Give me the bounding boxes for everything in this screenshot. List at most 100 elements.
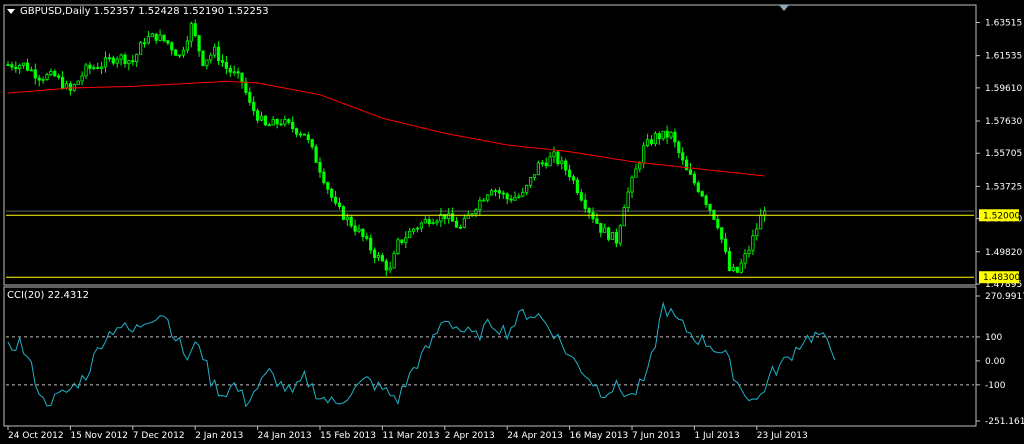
candle-body xyxy=(665,130,669,138)
candle-body xyxy=(540,162,544,165)
candle-body xyxy=(298,133,303,136)
candle-body xyxy=(568,169,572,178)
cci-tick-label: 100 xyxy=(985,333,1002,343)
candle-body xyxy=(681,152,685,161)
candle-body xyxy=(142,42,147,45)
candle-body xyxy=(185,40,189,51)
candle-body xyxy=(497,190,502,194)
candle-body xyxy=(302,133,307,136)
time-tick-label: 2 Apr 2013 xyxy=(445,431,495,441)
candle-body xyxy=(255,110,260,121)
candle-body xyxy=(6,64,10,66)
candle-body xyxy=(595,218,599,224)
candle-body xyxy=(525,184,529,193)
price-tick-label: 1.61535 xyxy=(985,52,1022,62)
candle-body xyxy=(146,36,150,44)
candle-body xyxy=(408,230,412,239)
price-tick-label: 1.53725 xyxy=(985,182,1022,192)
candle-body xyxy=(419,222,424,229)
candle-body xyxy=(369,237,373,251)
candle-body xyxy=(599,223,603,233)
candle-body xyxy=(529,177,533,186)
candle-body xyxy=(318,161,322,173)
level-price-label: 1.52000 xyxy=(983,211,1020,221)
candle-body xyxy=(279,123,283,126)
candle-body xyxy=(64,83,69,89)
candle-body xyxy=(692,173,697,184)
candle-body xyxy=(45,74,49,80)
candle-body xyxy=(314,146,318,163)
candle-body xyxy=(322,171,326,184)
candle-body xyxy=(755,228,759,237)
candle-body xyxy=(294,128,299,135)
candle-body xyxy=(517,195,521,198)
candle-body xyxy=(739,262,743,273)
cci-tick-label: 270.9917 xyxy=(985,292,1024,302)
candle-body xyxy=(275,119,279,125)
candle-body xyxy=(735,266,739,273)
candle-body xyxy=(603,227,607,233)
candle-body xyxy=(688,169,693,175)
candle-body xyxy=(649,139,654,145)
candle-body xyxy=(509,198,513,201)
candle-body xyxy=(396,239,400,254)
cci-line xyxy=(7,301,836,408)
candle-body xyxy=(21,62,26,66)
candle-body xyxy=(380,255,385,262)
candle-body xyxy=(115,58,119,64)
candle-body xyxy=(400,239,404,243)
candle-body xyxy=(271,119,275,126)
candle-body xyxy=(306,134,310,141)
cci-tick-label: 0.00 xyxy=(985,357,1005,367)
candle-body xyxy=(575,179,580,193)
candle-body xyxy=(763,210,767,216)
candle-body xyxy=(673,131,677,143)
chart-shift-marker-icon[interactable] xyxy=(779,5,789,11)
candle-body xyxy=(724,238,728,252)
candle-body xyxy=(263,115,268,126)
candle-body xyxy=(384,260,388,271)
candle-body xyxy=(283,119,287,125)
candle-body xyxy=(552,151,556,158)
candle-body xyxy=(259,115,264,121)
candle-body xyxy=(411,228,416,232)
candle-body xyxy=(454,220,459,228)
candles-layer xyxy=(6,19,767,277)
candle-body xyxy=(564,160,568,171)
candle-body xyxy=(37,77,41,81)
cci-tick-label: -251.1611 xyxy=(985,417,1024,427)
candle-body xyxy=(587,208,591,213)
candle-body xyxy=(123,54,127,65)
candle-body xyxy=(244,81,248,93)
time-tick-label: 7 Dec 2012 xyxy=(133,431,185,441)
candle-body xyxy=(341,206,346,220)
candle-body xyxy=(544,162,548,167)
price-tick-label: 1.63515 xyxy=(985,18,1022,28)
candle-body xyxy=(127,60,131,65)
candle-body xyxy=(248,92,252,103)
candle-body xyxy=(622,207,626,227)
candle-body xyxy=(76,80,80,85)
chart-menu-arrow-icon[interactable] xyxy=(7,9,15,14)
time-tick-label: 24 Jan 2013 xyxy=(258,431,312,441)
candle-body xyxy=(236,71,240,74)
candle-body xyxy=(333,196,338,204)
candle-body xyxy=(209,54,213,61)
candle-body xyxy=(29,69,34,72)
candle-body xyxy=(700,191,704,197)
candle-body xyxy=(560,160,564,164)
cci-pane-clip-group xyxy=(6,301,974,408)
candle-body xyxy=(138,42,143,55)
candle-body xyxy=(181,49,186,56)
candle-body xyxy=(96,67,100,70)
candle-body xyxy=(345,216,349,220)
price-tick-label: 1.57630 xyxy=(985,117,1022,127)
candle-body xyxy=(489,190,494,196)
candle-body xyxy=(372,249,377,258)
candle-body xyxy=(33,69,37,79)
candle-body xyxy=(220,60,225,63)
candle-body xyxy=(392,253,396,269)
candle-body xyxy=(213,46,217,56)
candle-body xyxy=(431,222,435,225)
candle-body xyxy=(638,162,642,170)
